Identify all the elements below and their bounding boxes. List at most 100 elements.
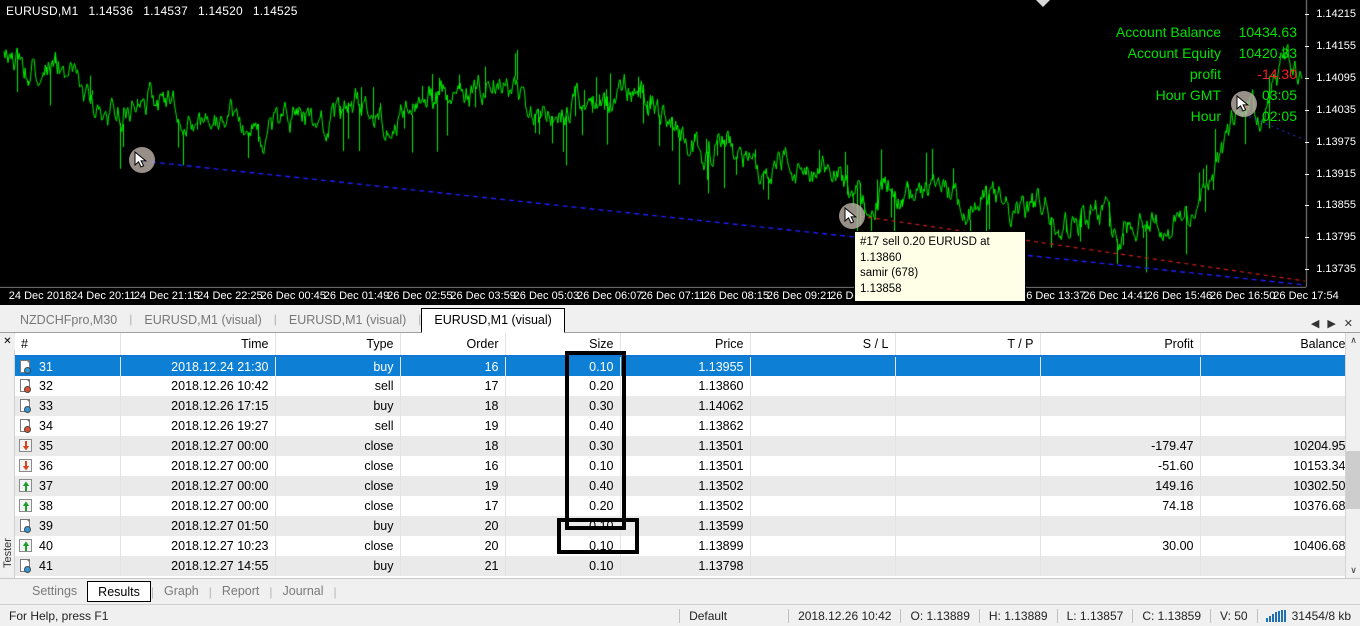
chart-tab-0[interactable]: NZDCHFpro,M30 (8, 309, 129, 332)
row-index-cell: 37 (15, 476, 120, 496)
results-table-panel[interactable]: #TimeTypeOrderSizePriceS / LT / PProfitB… (0, 333, 1360, 578)
cell-tp (895, 436, 1040, 456)
row-index-cell: 34 (15, 416, 120, 436)
cell-type: close (275, 476, 400, 496)
chart-tab-next-icon[interactable]: ▶ (1324, 317, 1338, 330)
chart-area[interactable]: EURUSD,M11.145361.145371.145201.14525 Ac… (0, 0, 1360, 305)
results-column-header-5[interactable]: Price (620, 333, 750, 356)
cell-type: sell (275, 416, 400, 436)
scroll-down-icon[interactable]: ∨ (1346, 563, 1360, 578)
chart-tab-close-icon[interactable]: ✕ (1341, 317, 1356, 330)
row-index-text: 38 (39, 499, 53, 513)
account-info-label: Hour (1191, 108, 1221, 124)
cell-price: 1.13860 (620, 376, 750, 396)
table-row[interactable]: 322018.12.26 10:42sell170.201.13860 (15, 376, 1352, 396)
table-row[interactable]: 382018.12.27 00:00close170.201.1350274.1… (15, 496, 1352, 516)
table-row[interactable]: 332018.12.26 17:15buy180.301.14062 (15, 396, 1352, 416)
results-table[interactable]: #TimeTypeOrderSizePriceS / LT / PProfitB… (15, 333, 1353, 576)
tester-tab-results[interactable]: Results (87, 581, 151, 602)
results-column-header-0[interactable]: # (15, 333, 120, 356)
tester-tab-report[interactable]: Report (212, 581, 270, 602)
cell-price: 1.13899 (620, 536, 750, 556)
results-body[interactable]: 312018.12.24 21:30buy160.101.13955322018… (15, 356, 1352, 576)
row-index-cell: 36 (15, 456, 120, 476)
price-tick-label: 1.14215 (1316, 8, 1356, 20)
chart-tab-nav[interactable]: ◀ ▶ ✕ (1308, 317, 1360, 332)
results-column-header-7[interactable]: T / P (895, 333, 1040, 356)
table-row[interactable]: 342018.12.26 19:27sell190.401.13862 (15, 416, 1352, 436)
cell-profit: 30.00 (1040, 536, 1200, 556)
signal-bar-6 (1284, 610, 1286, 622)
results-header-row[interactable]: #TimeTypeOrderSizePriceS / LT / PProfitB… (15, 333, 1352, 356)
time-tick-label: 26 Dec 02:55 (387, 290, 452, 302)
chart-tab-bar[interactable]: NZDCHFpro,M30|EURUSD,M1 (visual)|EURUSD,… (0, 305, 1360, 333)
cell-price: 1.14062 (620, 396, 750, 416)
tester-tab-settings[interactable]: Settings (22, 581, 87, 602)
order-buy-icon (19, 519, 32, 533)
scroll-up-icon[interactable]: ∧ (1346, 333, 1360, 348)
row-index-cell: 33 (15, 396, 120, 416)
row-index-text: 41 (39, 559, 53, 573)
account-info-label: profit (1190, 66, 1221, 82)
chart-tab-prev-icon[interactable]: ◀ (1308, 317, 1322, 330)
cell-tp (895, 496, 1040, 516)
tester-tab-bar[interactable]: SettingsResults|Graph|Report|Journal| (0, 578, 1360, 604)
price-tick-mark (1305, 110, 1309, 111)
price-tick-label: 1.13975 (1316, 136, 1356, 148)
cell-price: 1.13502 (620, 476, 750, 496)
tester-tab-graph[interactable]: Graph (154, 581, 209, 602)
chart-collapse-arrow-icon[interactable] (1036, 0, 1050, 7)
chart-tab-3[interactable]: EURUSD,M1 (visual) (421, 308, 564, 333)
cell-time: 2018.12.27 00:00 (120, 496, 275, 516)
results-panel-close-icon[interactable]: ✕ (0, 334, 15, 350)
account-info-value: 10434.63 (1231, 22, 1297, 43)
chart-tab-2[interactable]: EURUSD,M1 (visual) (277, 309, 418, 332)
tooltip-line-3: 1.13858 (860, 282, 1021, 298)
table-row[interactable]: 312018.12.24 21:30buy160.101.13955 (15, 356, 1352, 376)
order-sell-icon (19, 379, 32, 393)
table-row[interactable]: 392018.12.27 01:50buy200.101.13599 (15, 516, 1352, 536)
cell-profit (1040, 416, 1200, 436)
order-sell-icon (19, 419, 32, 433)
price-tick-mark (1305, 14, 1309, 15)
signal-bar-3 (1275, 612, 1277, 622)
cell-balance (1200, 416, 1352, 436)
cell-profit: 149.16 (1040, 476, 1200, 496)
cell-profit (1040, 396, 1200, 416)
results-column-header-9[interactable]: Balance (1200, 333, 1352, 356)
status-open: O: 1.13889 (901, 608, 978, 624)
results-column-header-1[interactable]: Time (120, 333, 275, 356)
account-info-label: Account Equity (1128, 45, 1221, 61)
table-row[interactable]: 412018.12.27 14:55buy210.101.13798 (15, 556, 1352, 576)
tester-tab-journal[interactable]: Journal (273, 581, 334, 602)
table-row[interactable]: 362018.12.27 00:00close160.101.13501-51.… (15, 456, 1352, 476)
account-info-panel: Account Balance10434.63Account Equity104… (1116, 22, 1297, 127)
results-column-header-4[interactable]: Size (505, 333, 620, 356)
cell-size: 0.20 (505, 376, 620, 396)
results-column-header-2[interactable]: Type (275, 333, 400, 356)
time-scale[interactable]: 24 Dec 201824 Dec 20:1124 Dec 21:1524 De… (0, 287, 1306, 304)
cell-profit (1040, 516, 1200, 536)
results-vertical-scrollbar[interactable]: ∧ ∨ (1345, 333, 1360, 578)
mouse-pointer-icon (1236, 95, 1250, 112)
price-tick-label: 1.13735 (1316, 263, 1356, 275)
cell-balance (1200, 556, 1352, 576)
cell-price: 1.13862 (620, 416, 750, 436)
table-row[interactable]: 402018.12.27 10:23close200.101.1389930.0… (15, 536, 1352, 556)
account-info-value: -14.30 (1231, 64, 1297, 85)
cell-balance: 10302.50 (1200, 476, 1352, 496)
time-tick-label: 24 Dec 21:15 (134, 290, 199, 302)
chart-tab-1[interactable]: EURUSD,M1 (visual) (132, 309, 273, 332)
results-column-header-8[interactable]: Profit (1040, 333, 1200, 356)
price-scale[interactable]: 1.142151.141551.140951.140351.139751.139… (1305, 0, 1359, 283)
cell-price: 1.13502 (620, 496, 750, 516)
table-row[interactable]: 372018.12.27 00:00close190.401.13502149.… (15, 476, 1352, 496)
table-row[interactable]: 352018.12.27 00:00close180.301.13501-179… (15, 436, 1352, 456)
cell-size: 0.40 (505, 416, 620, 436)
results-column-header-6[interactable]: S / L (750, 333, 895, 356)
tooltip-line-2: samir (678) (860, 266, 1021, 282)
cell-type: close (275, 496, 400, 516)
results-column-header-3[interactable]: Order (400, 333, 505, 356)
scrollbar-thumb[interactable] (1346, 451, 1360, 509)
cell-order: 21 (400, 556, 505, 576)
